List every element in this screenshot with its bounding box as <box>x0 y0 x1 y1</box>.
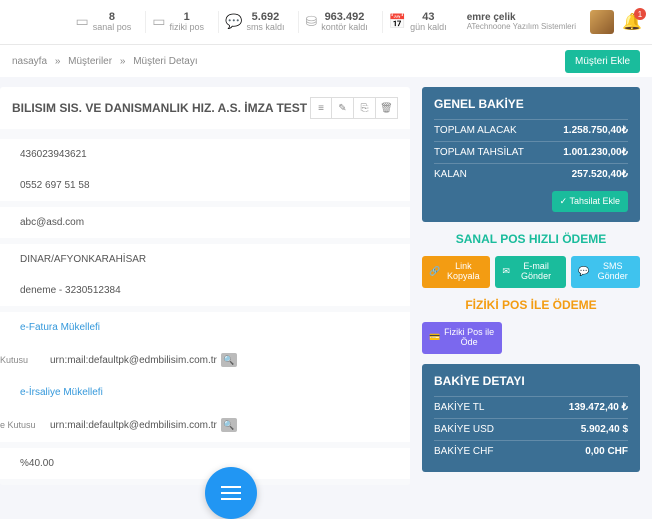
customer-title: BILISIM SIS. VE DANISMANLIK HIZ. A.S. İM… <box>12 101 307 115</box>
balance-row: TOPLAM TAHSİLAT1.001.230,00₺ <box>434 141 628 163</box>
breadcrumb: nasayfa » Müşteriler » Müşteri Detayı Mü… <box>0 45 652 77</box>
send-sms-button[interactable]: 💬SMS Gönder <box>571 256 640 288</box>
search-icon[interactable]: 🔍 <box>221 418 237 432</box>
chat-icon: 💬 <box>225 13 242 30</box>
sanal-pos-title: SANAL POS HIZLI ÖDEME <box>422 232 640 246</box>
send-email-button[interactable]: ✉E-mail Gönder <box>495 256 566 288</box>
balance-card: GENEL BAKİYE TOPLAM ALACAK1.258.750,40₺ … <box>422 87 640 222</box>
stat-sanal-pos: ▭ 8sanal pos <box>69 11 137 33</box>
field-city: DINAR/AFYONKARAHİSAR <box>0 244 410 275</box>
field-efatura: e-Fatura Mükellefi <box>0 312 410 343</box>
detail-row: BAKİYE USD5.902,40 $ <box>434 418 628 440</box>
stat-label: gün kaldı <box>410 23 447 33</box>
crumb-home[interactable]: nasayfa <box>12 56 47 67</box>
card-icon: ▭ <box>152 13 165 30</box>
crumb-customers[interactable]: Müşteriler <box>68 56 112 67</box>
fiziki-pos-button[interactable]: 💳Fiziki Pos ile Öde <box>422 322 502 354</box>
topbar: ▭ 8sanal pos ▭ 1fiziki pos 💬 5.692sms ka… <box>0 0 652 45</box>
stat-label: sanal pos <box>93 23 132 33</box>
fiziki-pos-title: FİZİKİ POS İLE ÖDEME <box>422 298 640 312</box>
stat-kontor: ⛁ 963.492kontör kaldı <box>298 11 373 33</box>
detail-row: BAKİYE CHF0,00 CHF <box>434 440 628 462</box>
stat-label: kontör kaldı <box>321 23 368 33</box>
crumb-detail: Müşteri Detayı <box>133 56 197 67</box>
balance-row: KALAN257.520,40₺ <box>434 163 628 185</box>
stat-label: sms kaldı <box>246 23 284 33</box>
add-customer-button[interactable]: Müşteri Ekle <box>565 50 640 73</box>
balance-row: TOPLAM ALACAK1.258.750,40₺ <box>434 119 628 141</box>
field-rate: %40.00 <box>0 448 410 479</box>
edit-icon[interactable]: ✎ <box>332 97 354 119</box>
stat-gun: 📅 43gün kaldı <box>382 11 453 33</box>
detail-title: BAKİYE DETAYI <box>434 374 628 388</box>
field-vkn: 436023943621 <box>0 139 410 170</box>
calendar-icon: 📅 <box>389 13 406 30</box>
stat-label: fiziki pos <box>169 23 204 33</box>
list-icon[interactable]: ≡ <box>310 97 332 119</box>
field-email: abc@asd.com <box>0 207 410 238</box>
database-icon: ⛁ <box>305 13 317 30</box>
field-eirsaliye: e-İrsaliye Mükellefi <box>0 377 410 408</box>
stat-fiziki-pos: ▭ 1fiziki pos <box>145 11 210 33</box>
customer-panel: BILISIM SIS. VE DANISMANLIK HIZ. A.S. İM… <box>0 87 410 485</box>
field-efatura-urn: Kutusu urn:mail:defaultpk@edmbilisim.com… <box>0 343 410 377</box>
balance-title: GENEL BAKİYE <box>434 97 628 111</box>
fab-menu-button[interactable] <box>205 467 257 519</box>
copy-icon[interactable]: ⎘ <box>354 97 376 119</box>
user-info[interactable]: emre çelik ATechnoone Yazılım Sistemleri <box>461 12 582 32</box>
balance-detail-card: BAKİYE DETAYI BAKİYE TL139.472,40 ₺ BAKİ… <box>422 364 640 472</box>
card-icon: ▭ <box>75 13 88 30</box>
copy-link-button[interactable]: 🔗Link Kopyala <box>422 256 490 288</box>
search-icon[interactable]: 🔍 <box>221 353 237 367</box>
customer-actions: ≡ ✎ ⎘ 🗑 <box>310 97 398 119</box>
user-company: ATechnoone Yazılım Sistemleri <box>467 23 576 32</box>
detail-row: BAKİYE TL139.472,40 ₺ <box>434 396 628 418</box>
field-note: deneme - 3230512384 <box>0 275 410 306</box>
stat-sms: 💬 5.692sms kaldı <box>218 11 290 33</box>
field-phone: 0552 697 51 58 <box>0 170 410 201</box>
notif-badge: 1 <box>634 8 646 20</box>
notifications-icon[interactable]: 🔔1 <box>622 12 642 32</box>
add-payment-button[interactable]: ✓ Tahsilat Ekle <box>552 191 628 212</box>
avatar[interactable] <box>590 10 614 34</box>
field-eirsaliye-urn: e Kutusu urn:mail:defaultpk@edmbilisim.c… <box>0 408 410 442</box>
delete-icon[interactable]: 🗑 <box>376 97 398 119</box>
